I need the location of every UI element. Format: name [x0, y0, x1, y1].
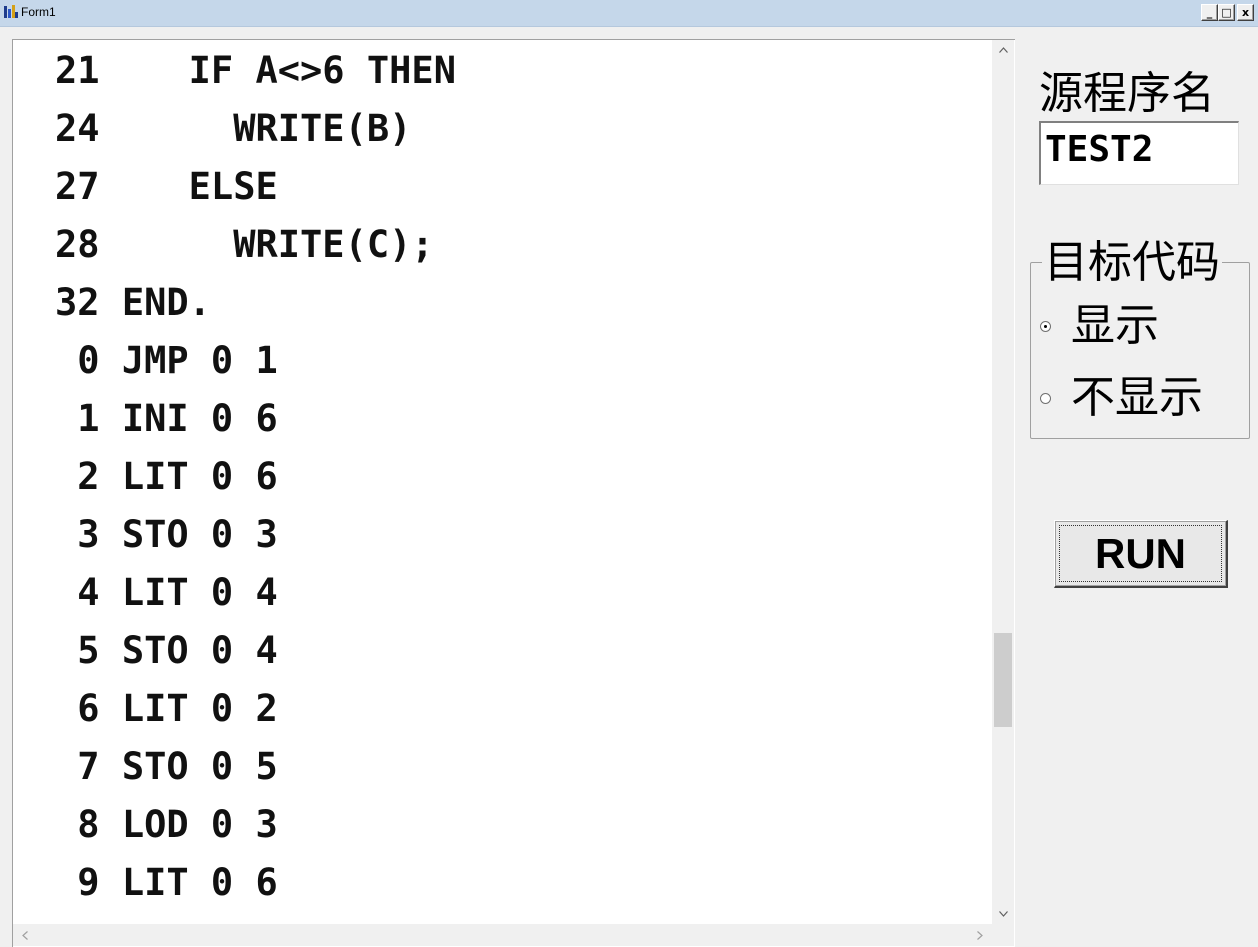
run-button[interactable]: RUN [1054, 520, 1228, 588]
chevron-right-icon[interactable] [970, 924, 990, 946]
target-code-group-title: 目标代码 [1042, 237, 1222, 288]
code-line: 6 LIT 0 2 [55, 687, 278, 730]
radio-show[interactable]: 显示 [1040, 301, 1159, 351]
close-button[interactable]: x [1237, 4, 1254, 21]
code-line: 5 STO 0 4 [55, 629, 278, 672]
radio-hide[interactable]: 不显示 [1040, 373, 1203, 423]
radio-selected-icon[interactable] [1040, 320, 1051, 332]
code-line: 24 WRITE(B) [55, 107, 412, 150]
scrollbar-thumb[interactable] [994, 633, 1012, 727]
code-line: 27 ELSE [55, 165, 278, 208]
maximize-button[interactable]: □ [1218, 4, 1235, 21]
code-line: 21 IF A<>6 THEN [55, 49, 456, 92]
window-controls: _ □ x [1201, 4, 1254, 21]
chevron-left-icon[interactable] [15, 924, 35, 946]
vertical-scrollbar[interactable] [992, 40, 1014, 924]
focus-rectangle [1059, 525, 1222, 582]
title-bar[interactable]: Form1 _ □ x [0, 0, 1258, 27]
code-line: 7 STO 0 5 [55, 745, 278, 788]
code-line: 28 WRITE(C); [55, 223, 434, 266]
scrollbar-corner [992, 924, 1014, 946]
window-title: Form1 [21, 5, 56, 19]
code-line: 3 STO 0 3 [55, 513, 278, 556]
radio-show-label: 显示 [1071, 300, 1159, 351]
code-line: 32 END. [55, 281, 211, 324]
code-line: 8 LOD 0 3 [55, 803, 278, 846]
code-line: 1 INI 0 6 [55, 397, 278, 440]
code-line: 9 LIT 0 6 [55, 861, 278, 904]
app-icon [4, 5, 18, 18]
source-name-input[interactable]: TEST2 [1039, 121, 1239, 185]
chevron-up-icon[interactable] [992, 40, 1014, 60]
chevron-down-icon[interactable] [992, 904, 1014, 924]
code-line: 2 LIT 0 6 [55, 455, 278, 498]
source-name-label: 源程序名 [1039, 68, 1215, 119]
radio-unselected-icon[interactable] [1040, 392, 1051, 404]
horizontal-scrollbar[interactable] [13, 924, 992, 946]
code-line: 0 JMP 0 1 [55, 339, 278, 382]
radio-hide-label: 不显示 [1071, 372, 1203, 423]
code-line: 4 LIT 0 4 [55, 571, 278, 614]
minimize-button[interactable]: _ [1201, 4, 1218, 21]
code-output-textbox[interactable]: 21 IF A<>6 THEN 24 WRITE(B) 27 ELSE 28 W… [12, 39, 1015, 947]
code-area[interactable]: 21 IF A<>6 THEN 24 WRITE(B) 27 ELSE 28 W… [13, 40, 991, 924]
